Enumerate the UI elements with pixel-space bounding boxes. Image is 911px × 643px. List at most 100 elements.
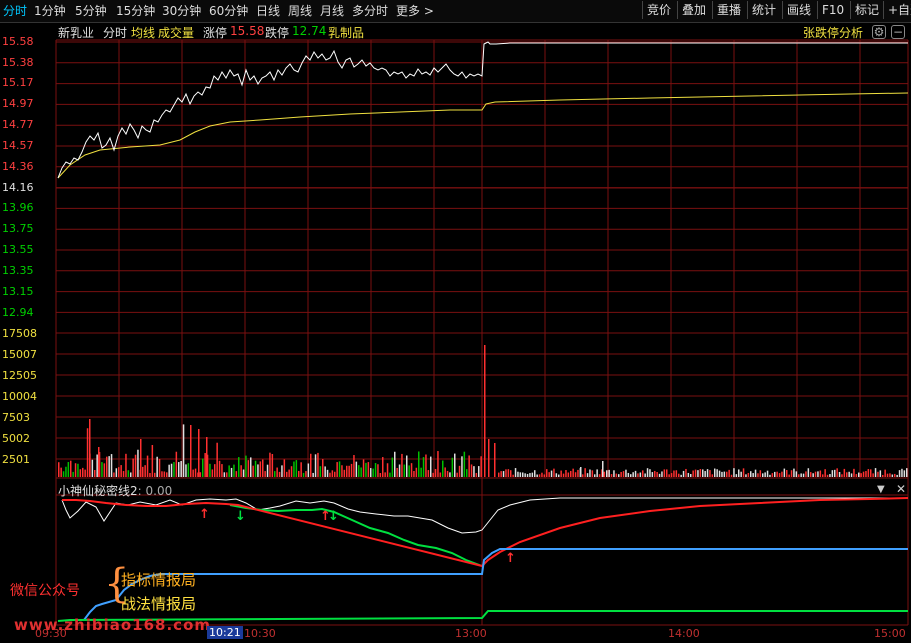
volume-bar (98, 447, 100, 477)
volume-bar (663, 469, 666, 477)
volume-bar (334, 471, 336, 477)
volume-bar (862, 471, 865, 477)
volume-bar (805, 471, 807, 477)
volume-bar (84, 469, 86, 477)
volume-bar (132, 458, 134, 477)
volume-bar (634, 470, 637, 477)
volume-bar (800, 473, 802, 477)
price-tick: 14.97 (2, 97, 34, 110)
volume-bar (281, 465, 283, 477)
volume-bar (788, 474, 790, 477)
volume-bar (65, 466, 67, 477)
volume-bar (206, 437, 208, 477)
volume-bar (858, 472, 860, 477)
volume-bar (384, 472, 386, 477)
volume-bar (843, 468, 846, 477)
volume-bar (137, 449, 139, 477)
volume-bar (786, 470, 788, 477)
volume-bar (870, 469, 872, 477)
volume-bar (754, 469, 757, 477)
volume-bar (550, 470, 553, 477)
volume-bar (666, 469, 668, 477)
volume-bar (403, 464, 406, 477)
volume-bar (290, 466, 293, 477)
volume-bar (759, 470, 762, 477)
volume-bar (94, 470, 96, 477)
volume-bar (120, 465, 122, 477)
price-tick: 13.96 (2, 201, 34, 214)
price-tick: 15.38 (2, 56, 34, 69)
volume-bar (834, 469, 836, 477)
volume-bar (151, 445, 154, 477)
volume-bar (401, 453, 403, 477)
volume-bar (228, 465, 230, 477)
volume-bar (596, 469, 598, 477)
volume-tick: 2501 (2, 453, 30, 466)
volume-bar (314, 454, 317, 477)
volume-bar (769, 474, 771, 477)
volume-bar (329, 472, 331, 477)
volume-bar (721, 471, 723, 477)
volume-bar (642, 470, 644, 477)
volume-bar (362, 459, 365, 477)
volume-bar (625, 469, 627, 477)
volume-bar (891, 474, 894, 477)
volume-bar (586, 473, 589, 477)
dropdown-arrow-icon[interactable]: ▼ (877, 484, 885, 495)
volume-bar (906, 468, 908, 477)
volume-bar (89, 419, 91, 477)
volume-bar (824, 469, 826, 477)
volume-bar (149, 472, 151, 477)
volume-bar (247, 460, 250, 477)
volume-bar (589, 469, 591, 477)
volume-bar (439, 472, 442, 477)
volume-bar (498, 472, 500, 477)
volume-bar (398, 464, 401, 477)
volume-bar (838, 471, 841, 477)
volume-tick: 7503 (2, 411, 30, 424)
volume-bar (319, 466, 322, 477)
volume-bar (812, 473, 814, 477)
volume-bar (115, 468, 118, 477)
volume-bar (122, 471, 125, 477)
volume-bar (488, 439, 490, 477)
volume-bar (644, 473, 646, 477)
volume-bar (702, 469, 704, 477)
volume-bar (451, 457, 454, 477)
volume-bar (456, 472, 458, 477)
indicator-blue-line (83, 548, 908, 621)
volume-bar (175, 451, 178, 477)
volume-bar (531, 472, 534, 477)
volume-bar (442, 460, 444, 477)
volume-bar (394, 451, 396, 477)
volume-bar (432, 472, 434, 477)
volume-bar (606, 470, 608, 477)
volume-bar (158, 458, 161, 477)
volume-bar (853, 468, 855, 477)
volume-bar (750, 471, 752, 477)
volume-bar (723, 471, 726, 477)
volume-bar (101, 462, 103, 477)
volume-bar (510, 470, 512, 477)
volume-bar (360, 467, 362, 477)
price-tick: 12.94 (2, 306, 34, 319)
volume-bar (884, 469, 886, 477)
volume-bar (776, 471, 778, 477)
volume-bar (454, 453, 456, 477)
volume-bar (484, 345, 486, 477)
volume-bar (764, 472, 766, 477)
volume-bar (446, 470, 449, 477)
volume-bar (223, 472, 226, 477)
volume-bar (326, 469, 329, 477)
close-icon[interactable]: ✕ (896, 482, 906, 496)
volume-bar (242, 469, 245, 477)
volume-bar (594, 474, 596, 477)
volume-bar (288, 469, 290, 477)
volume-bar (245, 455, 247, 477)
volume-bar (274, 471, 276, 477)
volume-bar (673, 470, 675, 477)
volume-bar (430, 456, 432, 477)
volume-bar (218, 460, 221, 477)
volume-bar (134, 454, 137, 477)
volume-bar (374, 463, 377, 477)
